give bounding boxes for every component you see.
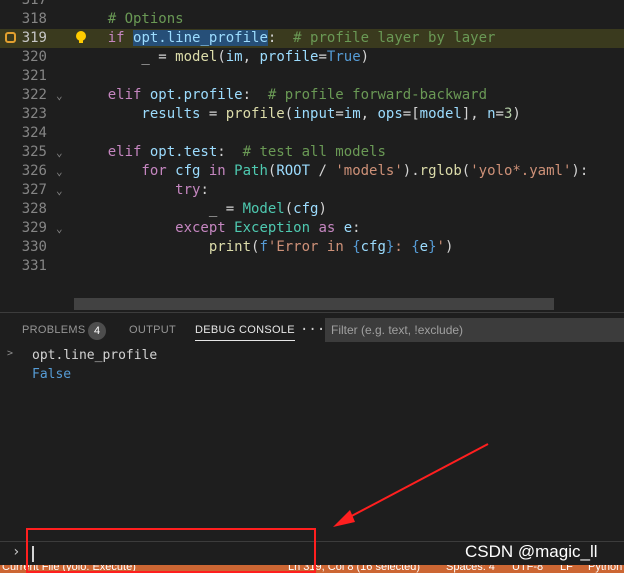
- annotation-arrow: [333, 443, 489, 527]
